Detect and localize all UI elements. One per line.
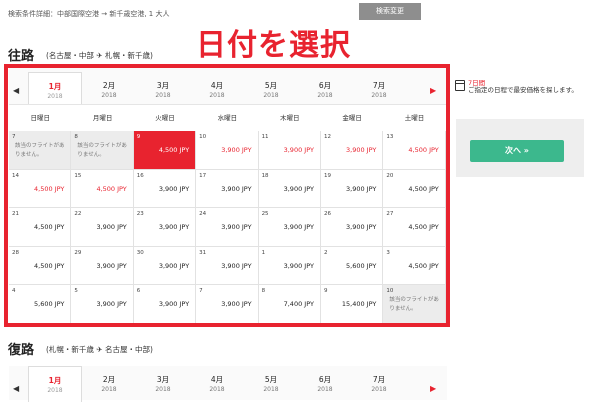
highlight-box <box>4 64 450 327</box>
calendar-icon <box>455 80 465 91</box>
change-search-button[interactable]: 検索変更 <box>359 3 421 20</box>
sidebar-description: ご指定の日程で最安価格を探します。 <box>468 86 578 94</box>
month-tab-label: 6月 <box>318 375 332 384</box>
month-tab-year: 2018 <box>317 386 333 393</box>
month-tab-label: 5月 <box>264 375 278 384</box>
next-button[interactable]: 次へ » <box>470 140 564 162</box>
return-month-tabs: 1月 2018 2月 2018 3月 2018 4月 2018 5月 2018 6月 2018 7月 20… <box>28 366 406 406</box>
month-tab-year: 2018 <box>101 386 117 393</box>
month-tab-label: 2月 <box>102 375 116 384</box>
outbound-route: (名古屋・中部 ✈ 札幌・新千歳) <box>46 51 153 60</box>
month-tab-label: 4月 <box>210 375 224 384</box>
return-prev-month-arrow[interactable]: ◀ <box>13 384 19 393</box>
month-tab[interactable]: 7月 2018 <box>352 366 406 402</box>
month-tab[interactable]: 5月 2018 <box>244 366 298 402</box>
search-detail: 検索条件詳細：中部国際空港 → 新千歳空港, 1 大人 <box>8 10 170 18</box>
return-next-month-arrow[interactable]: ▶ <box>430 384 436 393</box>
return-title: 復路 <box>8 343 35 358</box>
outbound-title: 往路 <box>8 49 35 64</box>
month-tab-label: 1月 <box>48 376 62 385</box>
month-tab-year: 2018 <box>209 386 225 393</box>
month-tab-year: 2018 <box>263 386 279 393</box>
month-tab[interactable]: 2月 2018 <box>82 366 136 402</box>
headline-annotation: 日付を選択 <box>196 28 351 63</box>
month-tab[interactable]: 3月 2018 <box>136 366 190 402</box>
month-tab-year: 2018 <box>155 386 171 393</box>
month-tab-label: 7月 <box>372 375 386 384</box>
month-tab-year: 2018 <box>47 387 63 394</box>
month-tab[interactable]: 6月 2018 <box>298 366 352 402</box>
month-tab-year: 2018 <box>371 386 387 393</box>
month-tab-label: 3月 <box>156 375 170 384</box>
month-tab[interactable]: 1月 2018 <box>28 366 82 402</box>
month-tab[interactable]: 4月 2018 <box>190 366 244 402</box>
return-route: (札幌・新千歳 ✈ 名古屋・中部) <box>46 345 153 354</box>
